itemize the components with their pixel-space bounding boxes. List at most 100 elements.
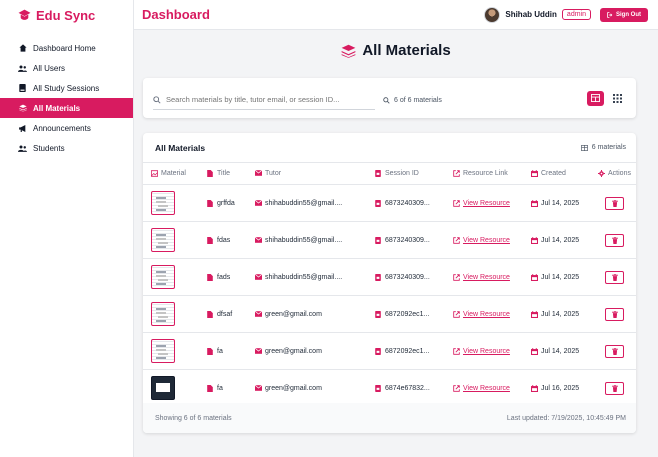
- actions-cell: [593, 196, 636, 210]
- mail-icon: [255, 273, 262, 281]
- column-session-id[interactable]: Session ID: [369, 170, 447, 177]
- calendar-icon: [531, 273, 538, 281]
- mail-icon: [255, 310, 262, 318]
- material-cell: [143, 265, 199, 289]
- delete-button[interactable]: [605, 307, 624, 321]
- brand-name: Edu Sync: [36, 7, 96, 23]
- material-title: dfsaf: [217, 310, 233, 318]
- table-count-text: 6 materials: [591, 144, 626, 151]
- grid-view-button[interactable]: [609, 91, 626, 106]
- sidebar-item-label: All Study Sessions: [33, 83, 100, 93]
- book-icon: [18, 84, 27, 92]
- material-thumbnail[interactable]: [151, 228, 175, 252]
- title-cell: grffda: [199, 199, 247, 207]
- sidebar-item-students[interactable]: Students: [0, 138, 133, 158]
- calendar-icon: [531, 199, 538, 207]
- title-cell: fa: [199, 384, 247, 392]
- table-body: grffda shihabuddin55@gmail.... 6873240309.…: [143, 185, 636, 407]
- tutor-email: green@gmail.com: [265, 347, 322, 355]
- material-thumbnail[interactable]: [151, 302, 175, 326]
- sidebar-item-dashboard-home[interactable]: Dashboard Home: [0, 38, 133, 58]
- table-columns: Material Title Tutor Session ID Resource…: [143, 163, 636, 185]
- delete-button[interactable]: [605, 344, 624, 358]
- table-title: All Materials: [155, 142, 206, 153]
- sidebar-item-label: All Users: [33, 63, 66, 73]
- view-resource-link[interactable]: View Resource: [463, 200, 510, 207]
- external-link-icon: [453, 236, 460, 244]
- delete-button[interactable]: [605, 381, 624, 395]
- sidebar-item-all-study-sessions[interactable]: All Study Sessions: [0, 78, 133, 98]
- material-thumbnail[interactable]: [151, 265, 175, 289]
- image-icon: [151, 170, 158, 177]
- session-id: 6872092ec1...: [385, 310, 430, 318]
- mail-icon: [255, 199, 262, 207]
- file-icon: [207, 236, 214, 244]
- column-title[interactable]: Title: [199, 170, 247, 177]
- created-cell: Jul 14, 2025: [525, 199, 593, 207]
- resource-cell: View Resource: [447, 348, 525, 355]
- file-icon: [207, 273, 214, 281]
- material-title: fa: [217, 347, 223, 355]
- created-date: Jul 16, 2025: [541, 384, 580, 392]
- session-cell: 6873240309...: [369, 199, 447, 207]
- id-icon: [375, 236, 382, 244]
- view-resource-link[interactable]: View Resource: [463, 274, 510, 281]
- calendar-icon: [531, 310, 538, 318]
- sign-out-button[interactable]: Sign Out: [600, 7, 648, 22]
- trash-icon: [611, 273, 618, 281]
- file-icon: [207, 170, 214, 177]
- id-icon: [375, 310, 382, 318]
- calendar-icon: [531, 347, 538, 355]
- delete-button[interactable]: [605, 196, 624, 210]
- search-count: 6 of 6 materials: [383, 97, 442, 104]
- session-cell: 6872092ec1...: [369, 310, 447, 318]
- view-resource-link[interactable]: View Resource: [463, 311, 510, 318]
- column-tutor[interactable]: Tutor: [247, 170, 369, 177]
- created-cell: Jul 16, 2025: [525, 384, 593, 392]
- view-resource-link[interactable]: View Resource: [463, 237, 510, 244]
- resource-cell: View Resource: [447, 311, 525, 318]
- file-icon: [207, 347, 214, 355]
- column-created[interactable]: Created: [525, 170, 593, 177]
- search-box[interactable]: [153, 90, 375, 110]
- material-thumbnail[interactable]: [151, 191, 175, 215]
- sidebar-item-all-users[interactable]: All Users: [0, 58, 133, 78]
- file-icon: [207, 199, 214, 207]
- resource-cell: View Resource: [447, 385, 525, 392]
- table-footer: Showing 6 of 6 materials Last updated: 7…: [143, 403, 636, 433]
- view-resource-link[interactable]: View Resource: [463, 348, 510, 355]
- column-material[interactable]: Material: [143, 170, 199, 177]
- delete-button[interactable]: [605, 270, 624, 284]
- tutor-cell: shihabuddin55@gmail....: [247, 199, 369, 207]
- sidebar-item-all-materials[interactable]: All Materials: [0, 98, 133, 118]
- table-row: fa green@gmail.com 6872092ec1... View Resou…: [143, 333, 636, 370]
- session-cell: 6874e67832...: [369, 384, 447, 392]
- session-id: 6873240309...: [385, 199, 430, 207]
- table-view-button[interactable]: [587, 90, 604, 106]
- tutor-email: shihabuddin55@gmail....: [265, 236, 343, 244]
- actions-cell: [593, 307, 636, 321]
- view-resource-link[interactable]: View Resource: [463, 385, 510, 392]
- brand[interactable]: Edu Sync: [0, 0, 133, 30]
- main-title: All Materials: [362, 42, 451, 59]
- column-label: Created: [541, 170, 566, 177]
- material-thumbnail[interactable]: [151, 376, 175, 400]
- page-title: Dashboard: [142, 7, 210, 22]
- table-row: grffda shihabuddin55@gmail.... 6873240309.…: [143, 185, 636, 222]
- search-input[interactable]: [166, 95, 371, 104]
- sidebar-item-announcements[interactable]: Announcements: [0, 118, 133, 138]
- material-thumbnail[interactable]: [151, 339, 175, 363]
- column-label: Material: [161, 170, 186, 177]
- actions-cell: [593, 344, 636, 358]
- graduation-cap-icon: [18, 9, 31, 20]
- sidebar-nav: Dashboard Home All Users All Study Session…: [0, 38, 133, 158]
- delete-button[interactable]: [605, 233, 624, 247]
- material-cell: [143, 228, 199, 252]
- session-cell: 6873240309...: [369, 273, 447, 281]
- avatar[interactable]: [484, 6, 501, 23]
- column-resource-link[interactable]: Resource Link: [447, 170, 525, 177]
- table-row: fdas shihabuddin55@gmail.... 6873240309...…: [143, 222, 636, 259]
- id-icon: [375, 384, 382, 392]
- mail-icon: [255, 236, 262, 244]
- material-cell: [143, 376, 199, 400]
